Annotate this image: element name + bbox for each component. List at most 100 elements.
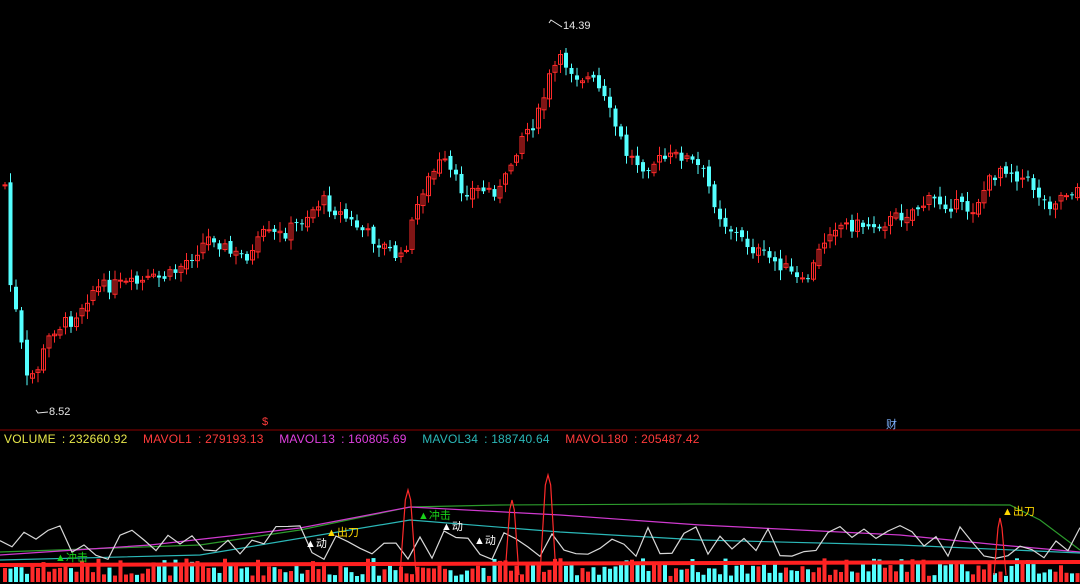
volume-bar [701, 574, 706, 582]
candle-body [355, 220, 359, 228]
candle-body [162, 276, 167, 279]
volume-bar [448, 570, 453, 582]
volume-bar [1020, 562, 1025, 582]
volume-bar [932, 575, 937, 582]
candle-body [970, 212, 976, 215]
volume-bar [1037, 573, 1041, 582]
volume-bar [833, 569, 838, 582]
volume-bar [509, 570, 513, 582]
volume-bar [140, 573, 145, 582]
volume-bar [905, 571, 909, 582]
volume-bar [542, 571, 546, 582]
candle-body [272, 228, 277, 232]
candle-body [135, 275, 139, 284]
candle-body [442, 158, 448, 161]
volume-bar [184, 558, 189, 582]
candle-body [965, 201, 970, 212]
volume-bar [547, 569, 552, 582]
volume-bar [828, 574, 832, 582]
volume-bar [811, 572, 816, 582]
volume-bar [608, 568, 612, 582]
candle-body [938, 196, 942, 205]
volume-bar [1064, 572, 1069, 582]
candle-body [371, 226, 376, 244]
candle-body [850, 219, 854, 232]
mavol-line-green [0, 503, 1080, 553]
legend-mavol13: MAVOL13: 160805.69 [279, 432, 407, 446]
volume-bar [745, 573, 750, 582]
candle-body [696, 159, 700, 165]
volume-bar [580, 568, 585, 582]
candle-body [773, 257, 777, 262]
volume-bar [91, 572, 95, 582]
volume-bar [36, 567, 40, 582]
volume-bar [360, 574, 365, 582]
volume-bar [927, 575, 931, 582]
candle-body [459, 173, 464, 194]
finance-event-marker[interactable]: 财 [886, 416, 897, 432]
volume-bar [916, 562, 920, 582]
signal-chongji-1: ▲冲击 [55, 552, 88, 564]
volume-bar [635, 563, 640, 582]
volume-bar [8, 568, 13, 582]
candle-body [1048, 201, 1052, 210]
candle-body [718, 208, 722, 220]
volume-bar [646, 570, 651, 582]
volume-bar [800, 566, 805, 582]
candle-body [679, 152, 684, 161]
volume-bar [1059, 565, 1063, 582]
candle-body [613, 108, 618, 127]
volume-bar [223, 558, 227, 582]
volume-bar [756, 566, 761, 582]
candle-body [8, 182, 13, 286]
volume-bar [817, 567, 821, 582]
candle-body [190, 259, 194, 261]
volume-bar [228, 564, 233, 582]
volume-bar [795, 570, 799, 582]
volume-bar [250, 575, 255, 582]
candle-body [734, 231, 739, 233]
volume-bar [564, 565, 568, 582]
candle-body [344, 209, 348, 219]
volume-bar [212, 567, 216, 582]
candle-body [123, 280, 129, 283]
volume-bar [58, 567, 62, 582]
candle-body [1015, 171, 1019, 182]
volume-bar [426, 568, 431, 582]
volume-bar [465, 570, 469, 582]
volume-bar [19, 567, 24, 582]
candle-body [1070, 194, 1074, 196]
candle-body [866, 224, 871, 227]
candle-body [778, 258, 783, 271]
candle-body [157, 275, 161, 278]
volume-bar [767, 572, 772, 582]
candle-body [795, 272, 799, 278]
volume-bar [129, 573, 134, 582]
volume-bar [784, 567, 788, 582]
volume-bar [371, 558, 376, 582]
volume-bar [597, 574, 601, 582]
candle-body [14, 286, 18, 310]
signal-chudao-2: ▲出刀 [1002, 506, 1035, 518]
volume-legend: VOLUME: 232660.92 MAVOL1: 279193.13 MAVO… [4, 432, 712, 448]
candle-body [597, 75, 601, 89]
volume-bar [1075, 573, 1080, 582]
candle-body [861, 222, 865, 228]
candle-body [789, 266, 794, 272]
candle-body [690, 156, 695, 160]
candle-body [360, 227, 365, 231]
volume-bar [96, 558, 101, 582]
volume-bar [124, 574, 128, 582]
volume-bar [602, 566, 607, 582]
volume-bar [1009, 565, 1014, 582]
candle-body [212, 238, 216, 243]
volume-bar [712, 568, 717, 582]
volume-bar [25, 573, 29, 582]
dividend-event-marker[interactable]: $ [262, 416, 268, 428]
candle-body [916, 207, 920, 210]
volume-bar [289, 571, 293, 582]
candle-body [2, 184, 8, 187]
candle-body [377, 245, 381, 248]
candle-body [388, 246, 392, 249]
volume-bar [377, 575, 381, 582]
